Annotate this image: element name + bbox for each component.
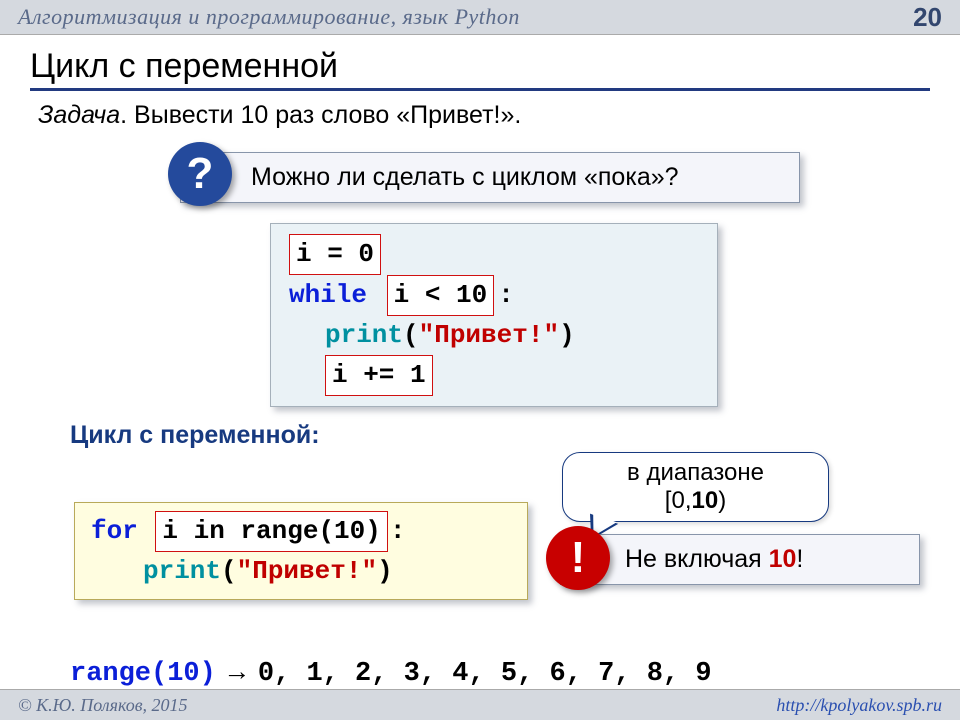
- str-privet2: "Привет!": [237, 556, 377, 586]
- question-text: Можно ли сделать с циклом «пока»?: [180, 152, 800, 203]
- page-number: 20: [913, 2, 942, 33]
- subtitle-for: Цикл с переменной:: [70, 421, 930, 450]
- range-call: range(10): [70, 659, 216, 689]
- task-label: Задача: [38, 101, 120, 129]
- task-text: . Вывести 10 раз слово «Привет!».: [120, 101, 521, 129]
- bubble-line1: в диапазоне: [583, 459, 808, 487]
- kw-for: for: [91, 516, 138, 546]
- question-callout: ? Можно ли сделать с циклом «пока»?: [180, 152, 800, 203]
- slide-content: Цикл с переменной Задача. Вывести 10 раз…: [0, 35, 960, 689]
- str-privet: "Привет!": [419, 320, 559, 350]
- range-expansion: range(10) → 0, 1, 2, 3, 4, 5, 6, 7, 8, 9: [70, 656, 930, 689]
- kw-print: print: [325, 320, 403, 350]
- bubble-line2: [0,10): [583, 487, 808, 515]
- exclaim-callout: ! Не включая 10!: [560, 534, 920, 585]
- code-init: i = 0: [289, 234, 381, 275]
- footer: © К.Ю. Поляков, 2015 http://kpolyakov.sp…: [0, 689, 960, 720]
- code-cond: i < 10: [387, 275, 495, 316]
- footer-author: © К.Ю. Поляков, 2015: [18, 695, 188, 716]
- code-while: i = 0 while i < 10 : print("Привет!") i …: [270, 223, 718, 407]
- exclaim-badge: !: [546, 526, 610, 590]
- kw-while: while: [289, 280, 367, 310]
- question-badge: ?: [168, 142, 232, 206]
- arrow-icon: →: [216, 656, 258, 686]
- code-for: for i in range(10) : print("Привет!"): [74, 502, 528, 600]
- task-line: Задача. Вывести 10 раз слово «Привет!».: [38, 101, 930, 130]
- kw-print2: print: [143, 556, 221, 586]
- exclaim-text: Не включая 10!: [560, 534, 920, 585]
- header-title: Алгоритмизация и программирование, язык …: [18, 4, 520, 30]
- header-bar: Алгоритмизация и программирование, язык …: [0, 0, 960, 35]
- footer-url: http://kpolyakov.spb.ru: [776, 695, 942, 716]
- for-row: в диапазоне [0,10) for i in range(10) : …: [30, 456, 930, 626]
- colon1: :: [498, 280, 514, 310]
- title-rule: [30, 88, 930, 91]
- slide-title: Цикл с переменной: [30, 47, 930, 86]
- code-inc: i += 1: [325, 355, 433, 396]
- range-values: 0, 1, 2, 3, 4, 5, 6, 7, 8, 9: [258, 659, 712, 689]
- for-head: i in range(10): [155, 511, 387, 552]
- bubble-range: в диапазоне [0,10): [562, 452, 829, 522]
